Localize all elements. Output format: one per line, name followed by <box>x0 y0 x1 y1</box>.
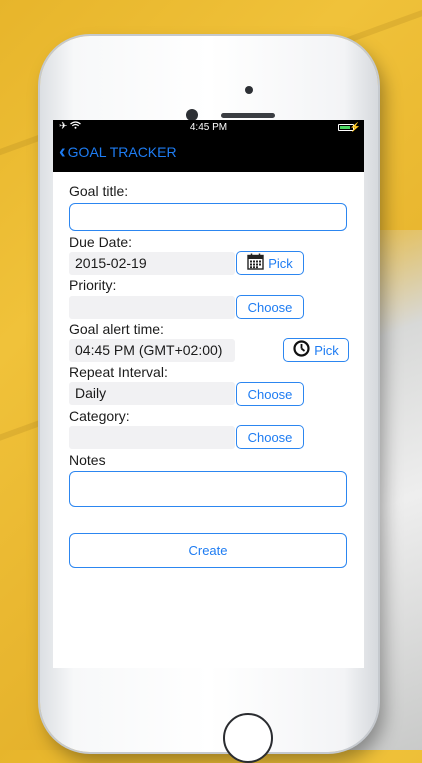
repeat-interval-field[interactable]: Daily <box>69 382 235 405</box>
priority-choose-button[interactable]: Choose <box>236 295 304 319</box>
navigation-bar: ‹ GOAL TRACKER <box>53 136 364 172</box>
priority-label: Priority: <box>69 277 117 293</box>
priority-field[interactable] <box>69 296 235 319</box>
due-date-pick-label: Pick <box>268 255 293 271</box>
back-label: GOAL TRACKER <box>67 144 177 160</box>
category-field[interactable] <box>69 426 235 449</box>
app-screen: ✈ 4:45 PM ⚡ ‹ GOAL TRACKER Goal title: D… <box>53 120 364 668</box>
home-button[interactable] <box>223 713 273 763</box>
due-date-pick-button[interactable]: Pick <box>236 251 304 275</box>
repeat-choose-label: Choose <box>247 386 293 402</box>
category-choose-label: Choose <box>247 429 293 445</box>
due-date-field[interactable]: 2015-02-19 <box>69 252 235 275</box>
notes-input[interactable] <box>69 471 347 507</box>
goal-title-input[interactable] <box>69 203 347 231</box>
status-time: 4:45 PM <box>189 122 228 133</box>
alert-time-pick-label: Pick <box>314 342 339 358</box>
category-label: Category: <box>69 408 130 424</box>
priority-choose-label: Choose <box>247 299 293 315</box>
alert-time-label: Goal alert time: <box>69 321 164 337</box>
due-date-label: Due Date: <box>69 234 133 250</box>
alert-time-field[interactable]: 04:45 PM (GMT+02:00) <box>69 339 235 362</box>
back-button[interactable]: ‹ GOAL TRACKER <box>59 141 177 163</box>
repeat-choose-button[interactable]: Choose <box>236 382 304 406</box>
create-label: Create <box>188 543 228 558</box>
clock-icon <box>293 340 310 360</box>
earpiece-speaker <box>221 113 275 118</box>
alert-time-pick-button[interactable]: Pick <box>283 338 349 362</box>
status-bar: ✈ 4:45 PM ⚡ <box>53 120 364 136</box>
proximity-sensor <box>245 86 253 94</box>
goal-title-label: Goal title: <box>69 183 129 199</box>
charging-icon: ⚡ <box>349 122 361 132</box>
create-button[interactable]: Create <box>69 533 347 568</box>
chevron-left-icon: ‹ <box>59 141 66 163</box>
calendar-icon <box>247 253 264 273</box>
notes-label: Notes <box>69 452 106 468</box>
repeat-interval-label: Repeat Interval: <box>69 364 168 380</box>
category-choose-button[interactable]: Choose <box>236 425 304 449</box>
